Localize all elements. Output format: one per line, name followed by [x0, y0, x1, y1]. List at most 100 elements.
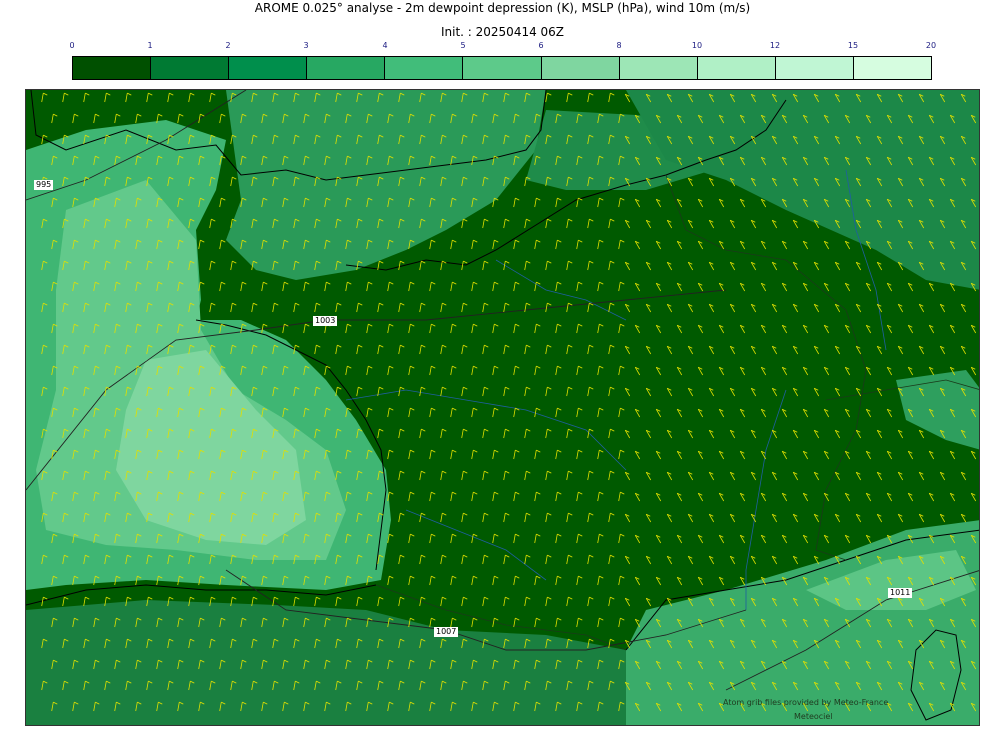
wind-barb-flag — [442, 428, 447, 432]
wind-barb-flag — [43, 596, 48, 600]
wind-barb — [524, 387, 527, 397]
wind-barb — [450, 282, 453, 292]
wind-barb — [335, 345, 338, 355]
wind-barb-flag — [431, 407, 436, 411]
wind-barb — [188, 93, 191, 103]
wind-barb — [335, 303, 338, 313]
wind-barb-flag — [421, 344, 426, 348]
wind-barb — [450, 324, 453, 334]
wind-barb — [534, 618, 537, 628]
wind-barb — [366, 324, 369, 334]
wind-barb-flag — [389, 491, 394, 495]
wind-barb — [198, 240, 201, 250]
wind-barb — [503, 303, 506, 313]
wind-barb-flag — [484, 344, 489, 348]
wind-barb-flag — [211, 92, 216, 96]
wind-barb — [534, 534, 537, 544]
wind-barb — [471, 492, 474, 502]
wind-barb — [345, 282, 348, 292]
wind-barb — [387, 282, 390, 292]
wind-barb-flag — [578, 533, 583, 537]
wind-barb — [461, 261, 464, 271]
wind-barb-flag — [368, 281, 373, 285]
wind-barb-flag — [337, 302, 342, 306]
chart-title: AROME 0.025° analyse - 2m dewpoint depre… — [254, 1, 751, 15]
wind-barb — [608, 387, 611, 397]
wind-barb-flag — [295, 344, 300, 348]
wind-barb-flag — [263, 323, 268, 327]
wind-barb — [324, 282, 327, 292]
wind-barb-flag — [106, 92, 111, 96]
wind-barb — [566, 345, 569, 355]
colorbar-tick: 0 — [69, 41, 75, 50]
wind-barb-flag — [589, 260, 594, 264]
wind-barb-flag — [599, 617, 604, 621]
wind-barb-flag — [347, 281, 352, 285]
wind-barb-flag — [536, 239, 541, 243]
wind-barb-flag — [253, 596, 258, 600]
wind-barb-flag — [358, 302, 363, 306]
wind-barb — [471, 534, 474, 544]
wind-barb-flag — [232, 260, 237, 264]
colorbar-tick: 6 — [538, 41, 544, 50]
wind-barb-flag — [589, 512, 594, 516]
wind-barb-flag — [620, 575, 625, 579]
wind-barb-flag — [515, 281, 520, 285]
wind-barb-flag — [463, 260, 468, 264]
wind-barb — [125, 93, 128, 103]
wind-barb — [618, 576, 621, 586]
wind-barb-flag — [169, 92, 174, 96]
wind-barb — [597, 576, 600, 586]
wind-barb-flag — [221, 239, 226, 243]
wind-barb-flag — [200, 113, 205, 117]
wind-barb-flag — [620, 533, 625, 537]
wind-barb — [566, 387, 569, 397]
wind-barb — [41, 93, 44, 103]
wind-barb-flag — [431, 533, 436, 537]
wind-barb-flag — [589, 218, 594, 222]
wind-barb-flag — [589, 92, 594, 96]
wind-barb-flag — [610, 218, 615, 222]
wind-barb — [492, 450, 495, 460]
wind-barb — [408, 282, 411, 292]
wind-barb — [377, 303, 380, 313]
wind-barb-flag — [389, 533, 394, 537]
wind-barb-flag — [536, 407, 541, 411]
wind-barb — [419, 471, 422, 481]
wind-barb — [555, 450, 558, 460]
colorbar-segment — [463, 57, 542, 79]
wind-barb — [482, 345, 485, 355]
wind-barb — [513, 450, 516, 460]
wind-barb-flag — [589, 386, 594, 390]
wind-barb-flag — [473, 449, 478, 453]
wind-barb — [41, 135, 44, 145]
wind-barb — [503, 513, 506, 523]
wind-barb-flag — [578, 239, 583, 243]
wind-barb-flag — [599, 281, 604, 285]
wind-barb — [503, 597, 506, 607]
wind-barb — [209, 219, 212, 229]
wind-barb-flag — [610, 470, 615, 474]
wind-barb-flag — [494, 533, 499, 537]
wind-barb-flag — [484, 386, 489, 390]
wind-barb-flag — [557, 617, 562, 621]
site-credit: Meteociel — [794, 712, 833, 721]
wind-barb-flag — [515, 197, 520, 201]
wind-barb-flag — [505, 428, 510, 432]
wind-barb-flag — [620, 491, 625, 495]
wind-barb — [450, 450, 453, 460]
wind-barb — [377, 429, 380, 439]
wind-barb — [513, 198, 516, 208]
wind-barb-flag — [526, 260, 531, 264]
wind-barb — [545, 555, 548, 565]
wind-barb — [513, 492, 516, 502]
wind-barb — [566, 219, 569, 229]
wind-barb-flag — [547, 218, 552, 222]
wind-barb — [587, 93, 590, 103]
wind-barb — [461, 429, 464, 439]
wind-barb — [282, 324, 285, 334]
wind-barb — [555, 576, 558, 586]
wind-barb — [566, 471, 569, 481]
colorbar-segment — [307, 57, 386, 79]
wind-barb-flag — [389, 575, 394, 579]
